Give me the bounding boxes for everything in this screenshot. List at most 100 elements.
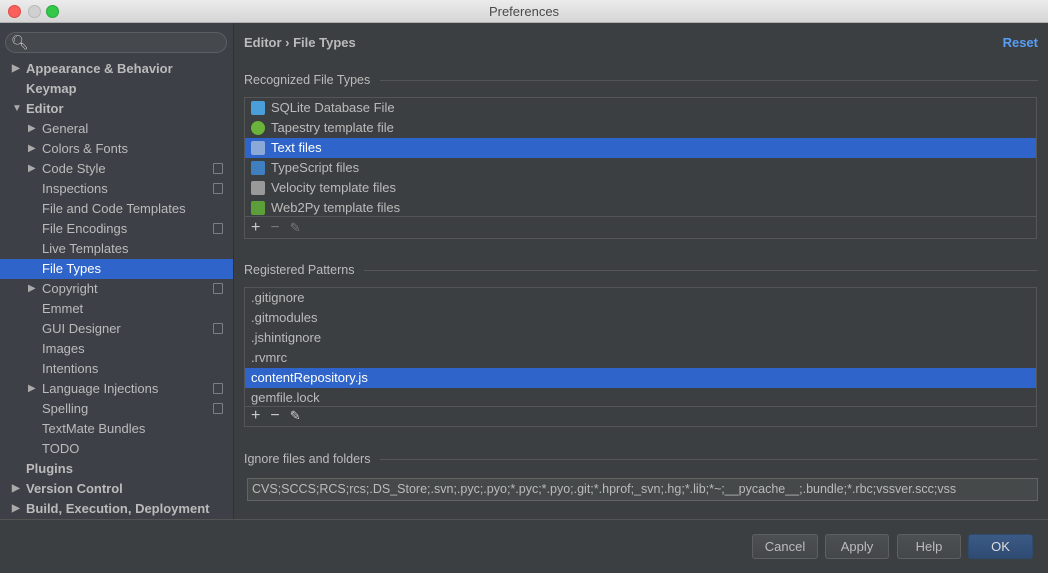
sidebar-item-label: Inspections <box>42 181 108 196</box>
maximize-window-button[interactable] <box>46 5 59 18</box>
ignore-section-header: Ignore files and folders <box>244 452 1038 466</box>
expand-right-icon[interactable]: ▶ <box>28 379 36 399</box>
sidebar-item-label: Emmet <box>42 301 84 316</box>
sidebar-item-label: Editor <box>26 101 64 116</box>
sidebar-item[interactable]: TODO <box>0 439 233 459</box>
settings-search-input[interactable]: 🔍︎ <box>5 32 227 53</box>
sidebar-item-label: Images <box>42 341 85 356</box>
settings-tree: ▶ Appearance & Behavior Keymap ▼ Editor ▶ Gene… <box>0 59 233 519</box>
file-type-row[interactable]: Tapestry template file <box>245 118 1036 138</box>
project-settings-icon <box>213 183 223 194</box>
text-file-icon <box>251 141 265 155</box>
sidebar-item[interactable]: ▶ Code Style <box>0 159 233 179</box>
file-type-row[interactable]: Text files <box>245 138 1036 158</box>
ok-button[interactable]: OK <box>968 534 1033 559</box>
section-title: Ignore files and folders <box>244 452 371 466</box>
sidebar-item[interactable]: File and Code Templates <box>0 199 233 219</box>
sidebar-item-label: Copyright <box>42 281 98 296</box>
sidebar-item[interactable]: ▶ Language Injections <box>0 379 233 399</box>
file-type-label: Velocity template files <box>271 180 397 195</box>
sidebar-item[interactable]: ▶ Colors & Fonts <box>0 139 233 159</box>
file-type-row[interactable]: Web2Py template files <box>245 198 1036 216</box>
help-button[interactable]: Help <box>897 534 961 559</box>
file-type-label: Tapestry template file <box>271 120 394 135</box>
sidebar-item-label: Code Style <box>42 161 106 176</box>
sidebar-item[interactable]: Spelling <box>0 399 233 419</box>
sidebar-item[interactable]: Keymap <box>0 79 233 99</box>
ignore-files-input[interactable]: CVS;SCCS;RCS;rcs;.DS_Store;.svn;.pyc;.py… <box>247 478 1038 501</box>
dialog-button-bar: Cancel Apply Help OK <box>0 519 1048 573</box>
sidebar-item[interactable]: ▶ General <box>0 119 233 139</box>
sidebar-item-label: Live Templates <box>42 241 129 256</box>
project-settings-icon <box>213 163 223 174</box>
section-title: Recognized File Types <box>244 73 371 87</box>
sidebar-item[interactable]: File Encodings <box>0 219 233 239</box>
breadcrumb: Editor › File Types <box>244 35 356 50</box>
patterns-toolbar: + − ✎ <box>244 405 1037 427</box>
pattern-row[interactable]: .jshintignore <box>245 328 1036 348</box>
typescript-icon <box>251 161 265 175</box>
expand-right-icon[interactable]: ▶ <box>28 279 36 299</box>
file-type-label: Text files <box>271 140 322 155</box>
sidebar-item[interactable]: TextMate Bundles <box>0 419 233 439</box>
file-type-label: Web2Py template files <box>271 200 401 215</box>
expand-right-icon[interactable]: ▶ <box>28 139 36 159</box>
sidebar-item[interactable]: GUI Designer <box>0 319 233 339</box>
edit-icon[interactable]: ✎ <box>290 220 301 236</box>
expand-right-icon[interactable]: ▶ <box>28 119 36 139</box>
file-type-label: TypeScript files <box>271 160 360 175</box>
minimize-window-button[interactable] <box>28 5 41 18</box>
sidebar-item-label: GUI Designer <box>42 321 121 336</box>
sidebar-item[interactable]: Images <box>0 339 233 359</box>
sidebar-item[interactable]: Emmet <box>0 299 233 319</box>
edit-icon[interactable]: ✎ <box>290 408 301 424</box>
add-icon[interactable]: + <box>251 407 260 425</box>
sidebar-item[interactable]: Live Templates <box>0 239 233 259</box>
title-bar: Preferences <box>0 0 1048 23</box>
remove-icon[interactable]: − <box>270 407 279 425</box>
database-icon <box>251 101 265 115</box>
expand-down-icon[interactable]: ▼ <box>12 99 22 119</box>
pattern-row[interactable]: .gitmodules <box>245 308 1036 328</box>
velocity-icon <box>251 181 265 195</box>
project-settings-icon <box>213 283 223 294</box>
file-types-panel: Editor › File Types Reset Recognized Fil… <box>234 23 1048 519</box>
pattern-row[interactable]: .rvmrc <box>245 348 1036 368</box>
sidebar-item-label: Appearance & Behavior <box>26 61 173 76</box>
sidebar-item-label: Language Injections <box>42 381 159 396</box>
sidebar-item[interactable]: ▶ Copyright <box>0 279 233 299</box>
sidebar-item[interactable]: Intentions <box>0 359 233 379</box>
close-window-button[interactable] <box>8 5 21 18</box>
expand-right-icon[interactable]: ▶ <box>12 499 20 519</box>
sidebar-item-label: General <box>42 121 89 136</box>
cancel-button[interactable]: Cancel <box>752 534 818 559</box>
file-type-row[interactable]: Velocity template files <box>245 178 1036 198</box>
apply-button[interactable]: Apply <box>825 534 889 559</box>
sidebar-item[interactable]: ▶ Build, Execution, Deployment <box>0 499 233 519</box>
sidebar-item[interactable]: ▼ Editor <box>0 99 233 119</box>
recognized-file-types-list[interactable]: SQLite Database File Tapestry template fi… <box>244 97 1037 217</box>
add-icon[interactable]: + <box>251 219 260 237</box>
remove-icon[interactable]: − <box>270 219 279 237</box>
recognized-section-header: Recognized File Types <box>244 73 1038 87</box>
registered-patterns-list[interactable]: .gitignore .gitmodules .jshintignore .rvmrc… <box>244 287 1037 407</box>
patterns-section-header: Registered Patterns <box>244 263 1038 277</box>
sidebar-item-label: Intentions <box>42 361 99 376</box>
settings-sidebar: 🔍︎ ▶ Appearance & Behavior Keymap ▼ Editor ▶ G… <box>0 23 234 519</box>
sidebar-item-label: Keymap <box>26 81 77 96</box>
pattern-row[interactable]: .gitignore <box>245 288 1036 308</box>
file-type-row[interactable]: TypeScript files <box>245 158 1036 178</box>
sidebar-item[interactable]: ▶ Version Control <box>0 479 233 499</box>
sidebar-item[interactable]: Plugins <box>0 459 233 479</box>
project-settings-icon <box>213 223 223 234</box>
expand-right-icon[interactable]: ▶ <box>28 159 36 179</box>
expand-right-icon[interactable]: ▶ <box>12 59 20 79</box>
expand-right-icon[interactable]: ▶ <box>12 479 20 499</box>
project-settings-icon <box>213 403 223 414</box>
sidebar-item[interactable]: Inspections <box>0 179 233 199</box>
pattern-row[interactable]: contentRepository.js <box>245 368 1036 388</box>
reset-link[interactable]: Reset <box>1003 35 1038 50</box>
sidebar-item[interactable]: ▶ Appearance & Behavior <box>0 59 233 79</box>
sidebar-item[interactable]: File Types <box>0 259 233 279</box>
file-type-row[interactable]: SQLite Database File <box>245 98 1036 118</box>
